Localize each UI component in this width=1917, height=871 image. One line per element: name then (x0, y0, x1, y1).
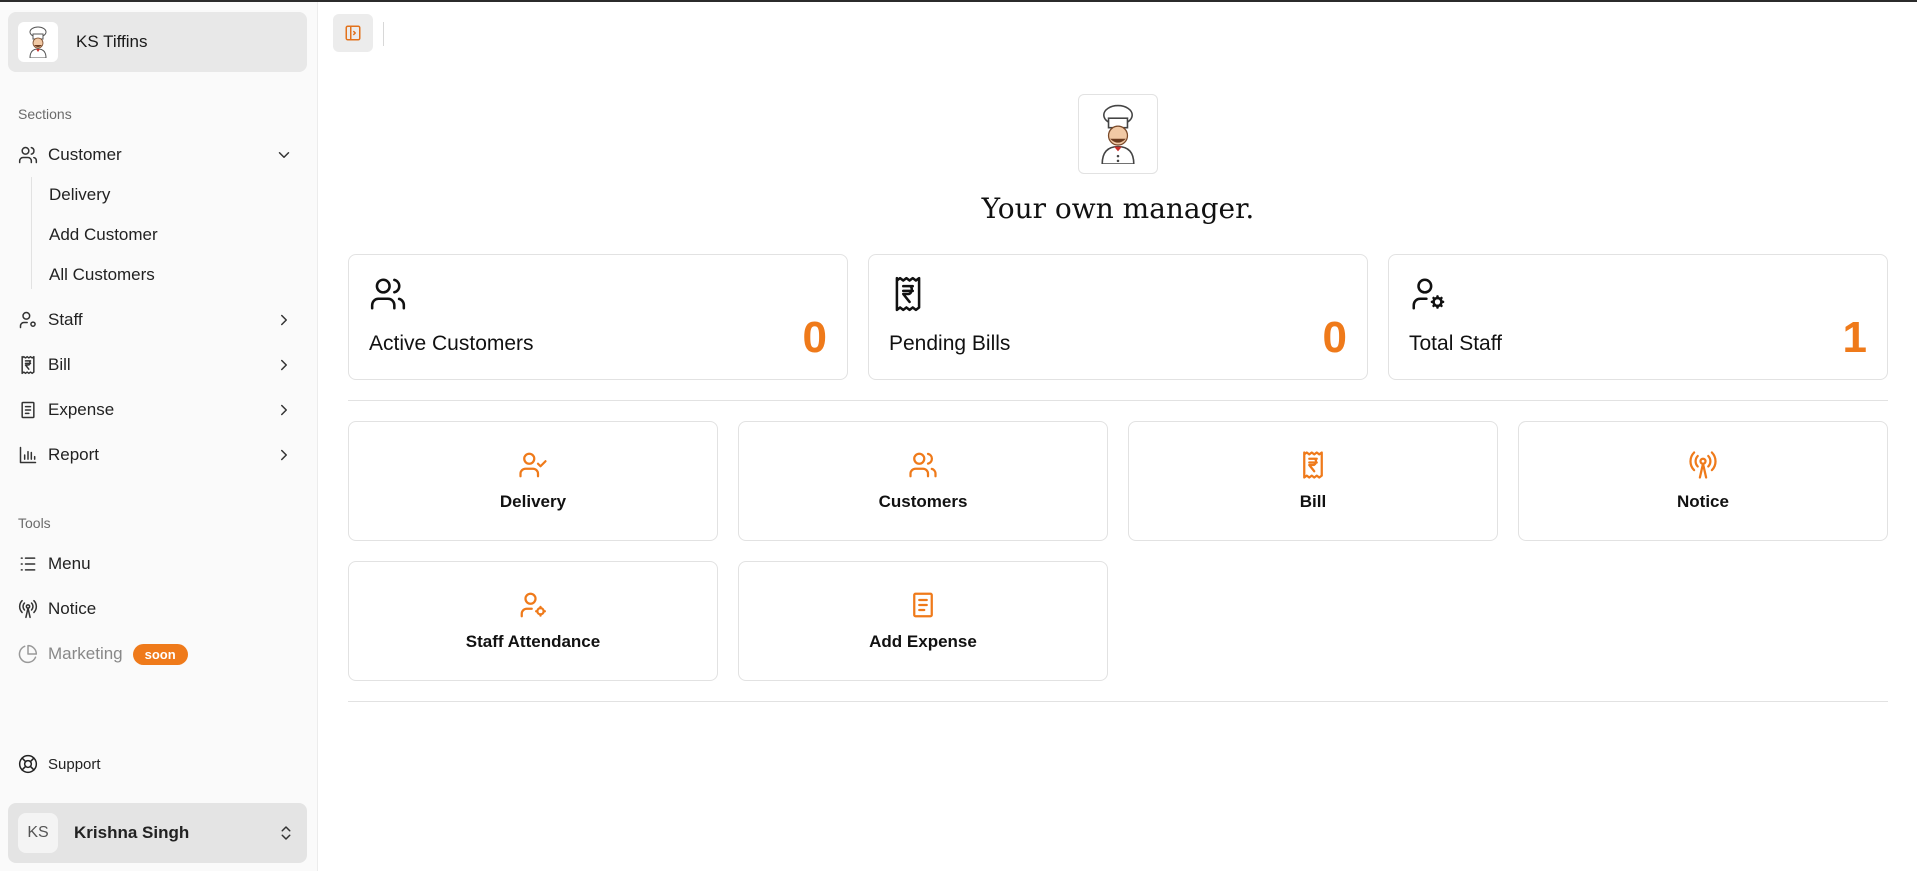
action-customers-button[interactable]: Customers (738, 421, 1108, 541)
sidebar-item-notice[interactable]: Notice (8, 590, 307, 628)
stat-card-total-staff: Total Staff 1 (1388, 254, 1888, 380)
user-cog-icon (19, 311, 36, 329)
user-name: Krishna Singh (74, 823, 190, 842)
sidebar-item-bill[interactable]: Bill (8, 346, 307, 384)
stat-value: 0 (1322, 313, 1347, 362)
sidebar-item-label: Bill (48, 355, 71, 374)
stat-card-active-customers: Active Customers 0 (348, 254, 848, 380)
radio-tower-icon (1689, 451, 1717, 479)
user-cog-icon (1412, 278, 1445, 310)
action-add-expense-button[interactable]: Add Expense (738, 561, 1108, 681)
sidebar-item-label: Expense (48, 400, 115, 419)
sidebar-subitem-add-customer[interactable]: Add Customer (49, 225, 158, 245)
support-label: Support (48, 755, 101, 773)
action-label: Delivery (499, 492, 567, 511)
sidebar-item-label: Notice (48, 599, 97, 618)
chevron-down-icon (278, 152, 290, 158)
chevrons-up-down-icon (281, 826, 291, 840)
sidebar-item-label: Marketing (48, 644, 123, 663)
sidebar-item-staff[interactable]: Staff (8, 301, 307, 339)
bar-chart-icon (19, 446, 37, 464)
sidebar-item-report[interactable]: Report (8, 436, 307, 474)
page-title: Your own manager. (981, 192, 1255, 225)
action-label: Staff Attendance (465, 632, 601, 651)
chevron-right-icon (281, 314, 287, 326)
user-cog-icon (520, 592, 546, 618)
receipt-icon (913, 592, 933, 618)
stat-value: 0 (802, 313, 827, 362)
users-icon (18, 146, 38, 164)
chef-icon (18, 22, 58, 62)
soon-badge: soon (132, 643, 188, 665)
sidebar-subitem-all-customers[interactable]: All Customers (49, 265, 155, 285)
action-label: Bill (1299, 492, 1327, 511)
user-check-icon (519, 452, 547, 478)
sidebar: KS Tiffins Sections Customer Delivery Ad… (0, 2, 318, 871)
sidebar-item-label: Customer (48, 145, 122, 164)
submenu-line (31, 177, 32, 289)
sidebar-item-label: Menu (48, 554, 91, 573)
action-delivery-button[interactable]: Delivery (348, 421, 718, 541)
rupee-receipt-icon (21, 355, 35, 375)
sidebar-toggle-button[interactable] (333, 14, 373, 52)
action-label: Notice (1677, 492, 1729, 511)
action-label: Customers (878, 492, 968, 511)
receipt-icon (21, 401, 35, 419)
chevron-right-icon (281, 359, 287, 371)
sidebar-item-marketing: Marketing soon (8, 635, 307, 673)
support-link[interactable]: Support (18, 754, 101, 774)
stat-card-pending-bills: Pending Bills 0 (868, 254, 1368, 380)
action-bill-button[interactable]: Bill (1128, 421, 1498, 541)
rupee-receipt-icon (895, 276, 921, 312)
users-icon (909, 452, 937, 478)
action-staff-attendance-button[interactable]: Staff Attendance (348, 561, 718, 681)
chevron-right-icon (281, 404, 287, 416)
brand-name: KS Tiffins (76, 32, 148, 51)
tools-label: Tools (18, 515, 51, 531)
sidebar-item-customer[interactable]: Customer (8, 136, 307, 174)
stat-value: 1 (1842, 313, 1867, 362)
action-label: Add Expense (869, 632, 977, 651)
stat-label: Pending Bills (889, 332, 1011, 355)
sidebar-subitem-delivery[interactable]: Delivery (49, 185, 110, 205)
pie-chart-icon (18, 644, 38, 664)
rupee-receipt-icon (1303, 451, 1323, 479)
sidebar-item-label: Report (48, 445, 100, 464)
action-notice-button[interactable]: Notice (1518, 421, 1888, 541)
chef-icon (1078, 94, 1158, 174)
list-icon (20, 557, 36, 571)
header-separator (383, 22, 384, 46)
avatar: KS (18, 813, 58, 853)
radio-tower-icon (18, 599, 38, 619)
sections-label: Sections (18, 106, 72, 122)
life-buoy-icon (18, 754, 38, 774)
stat-label: Total Staff (1409, 332, 1503, 355)
brand-switcher[interactable]: KS Tiffins (8, 12, 307, 72)
sidebar-item-expense[interactable]: Expense (8, 391, 307, 429)
chevron-right-icon (281, 449, 287, 461)
divider (348, 400, 1888, 401)
sidebar-item-menu[interactable]: Menu (8, 545, 307, 583)
panel-left-icon (345, 25, 361, 41)
stat-label: Active Customers (369, 332, 534, 355)
sidebar-item-label: Staff (48, 310, 83, 329)
users-icon (370, 278, 406, 310)
user-menu[interactable]: KS Krishna Singh (8, 803, 307, 863)
divider (348, 701, 1888, 702)
